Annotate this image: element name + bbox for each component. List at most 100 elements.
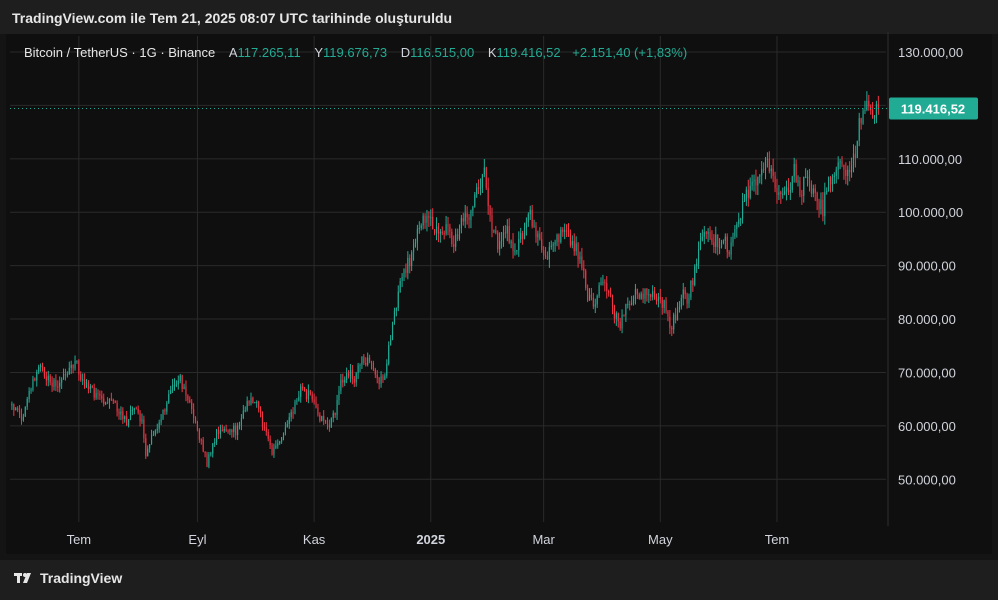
candle-body [288, 417, 290, 424]
candle-body [820, 199, 822, 210]
candle-body [596, 295, 598, 305]
candle-body [539, 233, 541, 240]
candle-body [120, 411, 122, 415]
candle-body [344, 379, 346, 383]
candle-body [604, 282, 606, 284]
candle-body [128, 419, 130, 426]
candle-body [696, 263, 698, 267]
candle-body [550, 245, 552, 247]
candle-body [108, 398, 111, 403]
candle-body [309, 390, 311, 395]
candle-body [556, 234, 558, 243]
candle-body [588, 294, 591, 301]
candle-body [164, 409, 166, 412]
candle-body [707, 231, 709, 234]
candle-body [764, 160, 767, 170]
candle-body [118, 411, 120, 415]
candle-body [833, 175, 835, 178]
candle-body [828, 177, 830, 192]
candle-body [763, 169, 765, 171]
x-tick-label: 2025 [416, 532, 445, 547]
candle-body [361, 356, 363, 365]
tradingview-logo-icon [14, 573, 31, 583]
candle-body [810, 183, 812, 194]
candle-body [321, 416, 323, 421]
candle-body [225, 428, 227, 431]
candle-body [412, 244, 415, 253]
candle-body [755, 179, 757, 186]
candle-body [512, 241, 514, 252]
open-value: 117.265,11 [237, 45, 301, 60]
candle-body [638, 294, 640, 299]
candle-body [789, 190, 791, 193]
candle-body [145, 438, 147, 457]
candle-body [713, 242, 715, 247]
candle-body [124, 416, 126, 420]
candle-body [500, 240, 503, 242]
candle-body [374, 369, 376, 375]
candle-body [770, 168, 772, 172]
symbol-label[interactable]: Bitcoin / TetherUS · 1G · Binance [24, 45, 215, 60]
candle-body [653, 291, 656, 299]
y-tick-label: 110.000,00 [898, 152, 962, 167]
candle-body [529, 209, 531, 215]
candle-body [198, 429, 200, 440]
candle-body [390, 339, 392, 346]
candle-body [147, 448, 149, 457]
candle-body [428, 216, 430, 218]
candle-body [87, 382, 89, 390]
candle-body [53, 379, 55, 387]
candle-body [97, 393, 99, 395]
candle-body [181, 375, 183, 389]
candle-body [816, 192, 818, 202]
candle-body [152, 434, 155, 436]
candle-body [671, 327, 673, 330]
tradingview-logo[interactable]: TradingView [14, 570, 122, 586]
candle-body [258, 401, 260, 409]
candle-body [447, 224, 449, 227]
candle-body [359, 364, 361, 366]
candle-body [24, 406, 26, 417]
candle-body [652, 291, 654, 297]
candle-body [608, 291, 610, 294]
candle-body [812, 188, 814, 194]
low-value: 116.515,00 [410, 45, 475, 60]
candle-body [873, 117, 876, 119]
candle-body [497, 232, 499, 250]
candle-body [131, 410, 133, 412]
candle-body [657, 296, 659, 302]
candle-body [36, 371, 38, 381]
candle-body [673, 314, 675, 330]
y-tick-label: 50.000,00 [898, 472, 956, 487]
candle-body [743, 201, 746, 203]
candle-body [877, 103, 879, 109]
candle-body [615, 313, 617, 319]
candle-body [491, 215, 493, 231]
candle-body [826, 191, 828, 193]
candle-body [418, 228, 420, 230]
candle-body [839, 161, 841, 163]
candle-body [403, 269, 405, 278]
candle-body [365, 363, 367, 365]
candle-body [579, 256, 581, 260]
candle-body [726, 236, 728, 253]
candle-body [541, 239, 543, 250]
candle-body [835, 169, 837, 176]
candle-body [720, 242, 723, 248]
candle-body [858, 118, 860, 141]
candle-body [514, 251, 516, 253]
candle-body [757, 176, 759, 186]
candle-body [661, 299, 663, 308]
close-value: 119.416,52 [496, 45, 561, 60]
price-chart[interactable]: 50.000,00 60.000,00 70.000,00 80.000,00 90.0… [0, 0, 998, 560]
candle-body [504, 232, 506, 234]
candle-body [801, 195, 803, 197]
candle-body [13, 403, 15, 411]
candle-body [166, 402, 168, 412]
candle-body [640, 293, 642, 299]
candle-body [219, 430, 221, 434]
candle-body [449, 226, 451, 232]
candle-body [296, 400, 298, 402]
candle-body [369, 357, 371, 362]
candle-body [99, 393, 101, 396]
